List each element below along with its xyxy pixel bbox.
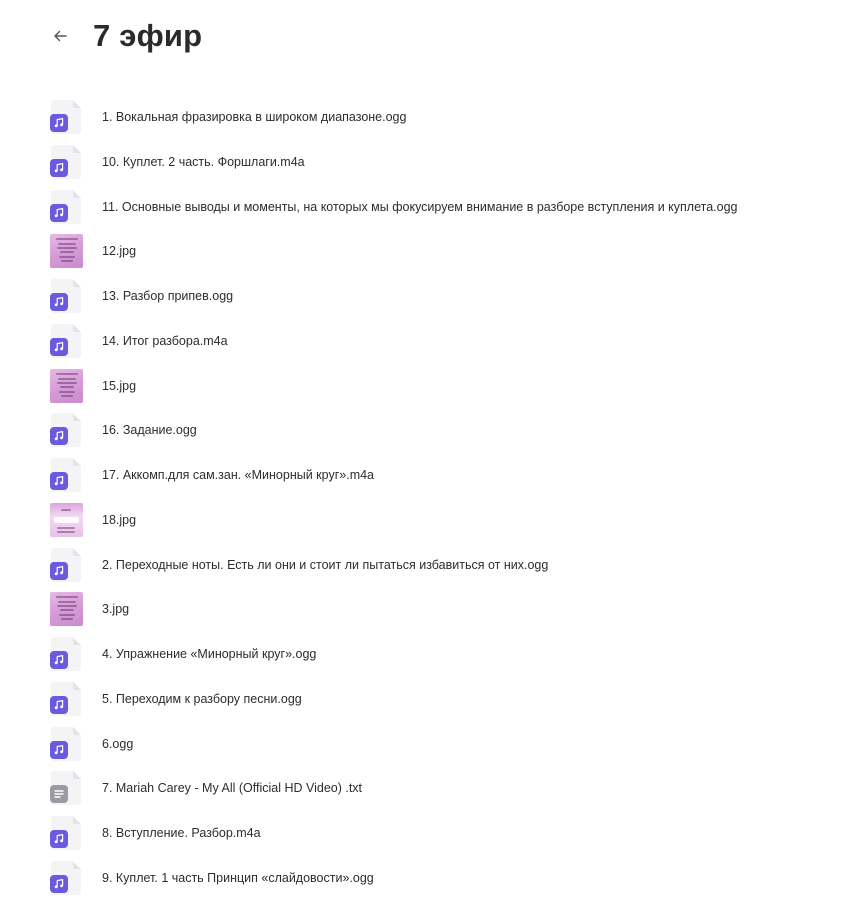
file-thumbnail — [49, 279, 83, 313]
file-name: 17. Аккомп.для сам.зан. «Минорный круг».… — [102, 468, 375, 482]
file-row[interactable]: 12.jpg — [0, 229, 863, 274]
file-thumbnail — [49, 368, 83, 403]
file-row[interactable]: 4. Упражнение «Минорный круг».ogg — [0, 632, 863, 677]
file-thumbnail — [49, 637, 83, 671]
text-lines-icon — [50, 785, 68, 804]
file-name: 16. Задание.ogg — [102, 423, 197, 438]
file-thumbnail — [49, 771, 83, 806]
file-name: 18.jpg — [102, 512, 137, 527]
image-thumbnail — [50, 502, 83, 537]
file-name: 12.jpg — [102, 244, 137, 259]
image-thumbnail — [50, 234, 83, 269]
image-thumbnail — [50, 592, 83, 627]
file-name: 4. Упражнение «Минорный круг».ogg — [102, 647, 317, 661]
file-thumbnail — [49, 816, 83, 850]
file-name: 8. Вступление. Разбор.m4a — [102, 826, 261, 840]
file-row[interactable]: 2. Переходные ноты. Есть ли они и стоит … — [0, 543, 863, 588]
arrow-left-icon — [54, 30, 67, 42]
music-note-icon — [50, 561, 68, 580]
music-note-icon — [50, 158, 68, 177]
music-note-icon — [50, 874, 68, 893]
file-name: 2. Переходные ноты. Есть ли они и стоит … — [102, 557, 549, 572]
file-thumbnail — [49, 502, 83, 537]
file-row[interactable]: 5. Переходим к разбору песни.ogg — [0, 677, 863, 722]
music-note-icon — [50, 740, 68, 759]
file-row[interactable]: 17. Аккомп.для сам.зан. «Минорный круг».… — [0, 453, 863, 498]
file-row[interactable]: 16. Задание.ogg — [0, 408, 863, 453]
file-row[interactable]: 7. Mariah Carey - My All (Official HD Vi… — [0, 766, 863, 811]
music-note-icon — [50, 203, 68, 222]
file-name: 11. Основные выводы и моменты, на которы… — [102, 199, 738, 214]
file-row[interactable]: 8. Вступление. Разбор.m4a — [0, 811, 863, 856]
file-thumbnail — [49, 681, 83, 716]
page-header: 7 эфир — [0, 0, 863, 80]
back-button[interactable] — [46, 22, 74, 50]
page-title: 7 эфир — [93, 18, 203, 53]
file-name: 1. Вокальная фразировка в широком диапаз… — [102, 110, 407, 124]
file-thumbnail — [49, 726, 83, 761]
file-name: 14. Итог разбора.m4a — [102, 333, 228, 348]
file-row[interactable]: 10. Куплет. 2 часть. Форшлаги.m4a — [0, 140, 863, 185]
file-row[interactable]: 1. Вокальная фразировка в широком диапаз… — [0, 95, 863, 140]
file-thumbnail — [49, 144, 83, 179]
music-note-icon — [50, 427, 68, 446]
music-note-icon — [50, 695, 68, 714]
music-note-icon — [50, 114, 68, 132]
file-name: 10. Куплет. 2 часть. Форшлаги.m4a — [102, 154, 305, 169]
file-row[interactable]: 11. Основные выводы и моменты, на которы… — [0, 185, 863, 230]
file-row[interactable]: 18.jpg — [0, 498, 863, 543]
file-thumbnail — [49, 860, 83, 895]
music-note-icon — [50, 651, 68, 669]
file-name: 15.jpg — [102, 378, 137, 393]
music-note-icon — [50, 472, 68, 490]
music-note-icon — [50, 830, 68, 848]
file-list: 1. Вокальная фразировка в широком диапаз… — [0, 95, 863, 901]
file-row[interactable]: 13. Разбор припев.ogg — [0, 274, 863, 319]
file-thumbnail — [49, 234, 83, 269]
file-name: 9. Куплет. 1 часть Принцип «слайдовости»… — [102, 870, 374, 885]
file-name: 7. Mariah Carey - My All (Official HD Vi… — [102, 781, 363, 796]
image-thumbnail — [50, 368, 83, 403]
file-thumbnail — [49, 547, 83, 582]
music-note-icon — [50, 337, 68, 356]
file-thumbnail — [49, 458, 83, 492]
file-row[interactable]: 14. Итог разбора.m4a — [0, 319, 863, 364]
file-thumbnail — [49, 413, 83, 448]
file-thumbnail — [49, 100, 83, 134]
file-name: 5. Переходим к разбору песни.ogg — [102, 691, 302, 706]
file-thumbnail — [49, 323, 83, 358]
file-thumbnail — [49, 592, 83, 627]
file-name: 3.jpg — [102, 602, 130, 617]
file-row[interactable]: 6.ogg — [0, 722, 863, 767]
file-name: 13. Разбор припев.ogg — [102, 289, 234, 303]
file-thumbnail — [49, 189, 83, 224]
file-name: 6.ogg — [102, 736, 134, 751]
file-row[interactable]: 15.jpg — [0, 364, 863, 409]
file-row[interactable]: 3.jpg — [0, 587, 863, 632]
file-row[interactable]: 9. Куплет. 1 часть Принцип «слайдовости»… — [0, 856, 863, 901]
music-note-icon — [50, 293, 68, 311]
